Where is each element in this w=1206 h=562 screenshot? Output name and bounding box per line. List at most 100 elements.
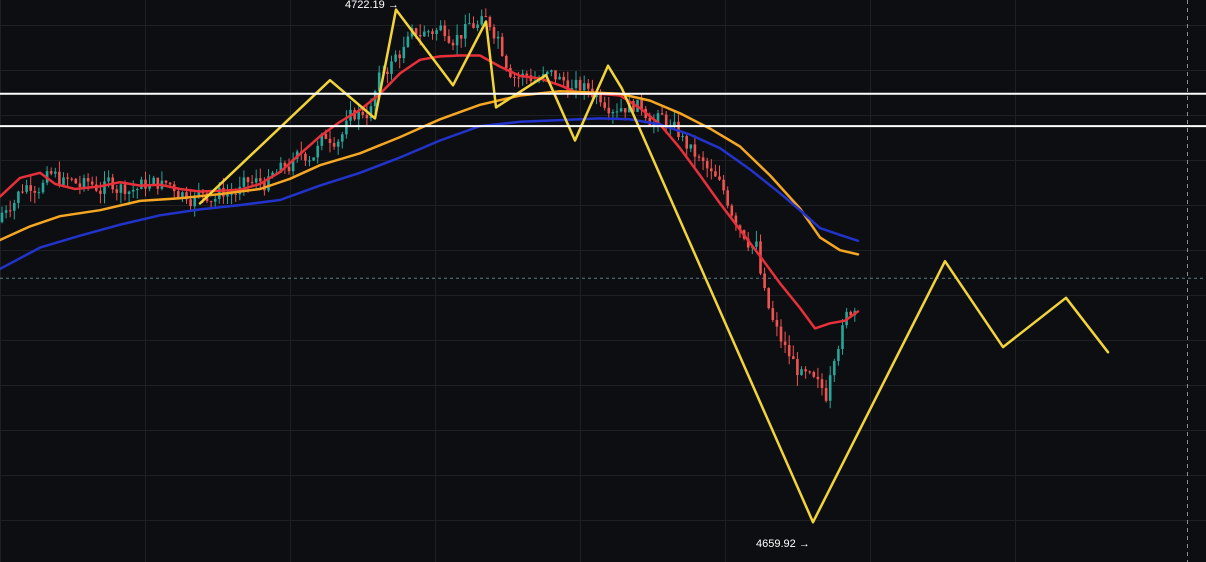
candle-up bbox=[308, 160, 311, 162]
candle-down bbox=[599, 94, 602, 103]
candle-up bbox=[402, 46, 406, 59]
candle-down bbox=[324, 133, 328, 139]
candle-down bbox=[779, 326, 783, 342]
candle-down bbox=[365, 114, 369, 119]
candle-down bbox=[431, 31, 434, 34]
candle-up bbox=[152, 177, 155, 185]
candle-down bbox=[587, 83, 590, 89]
candle-down bbox=[607, 107, 611, 114]
candle-up bbox=[406, 36, 410, 47]
candle-up bbox=[496, 36, 500, 39]
candle-down bbox=[787, 345, 791, 357]
candle-down bbox=[488, 16, 492, 28]
candle-down bbox=[49, 171, 53, 174]
candle-down bbox=[554, 70, 557, 80]
candle-up bbox=[226, 194, 229, 197]
candlestick-chart: 4722.19 → 4659.92 → bbox=[0, 0, 1206, 562]
candle-up bbox=[345, 120, 348, 135]
candle-up bbox=[755, 241, 758, 247]
candle-up bbox=[464, 24, 467, 39]
candle-down bbox=[115, 189, 119, 193]
candle-up bbox=[480, 16, 483, 25]
candle-down bbox=[824, 387, 828, 401]
candle-up bbox=[136, 188, 139, 190]
candle-down bbox=[623, 108, 627, 113]
candle-up bbox=[357, 111, 360, 120]
candle-down bbox=[29, 185, 32, 191]
candle-down bbox=[33, 190, 37, 193]
candle-down bbox=[484, 16, 488, 18]
candle-down bbox=[250, 182, 254, 184]
candle-down bbox=[447, 36, 451, 43]
candle-up bbox=[25, 185, 28, 192]
candle-down bbox=[78, 183, 82, 187]
candle-down bbox=[697, 156, 701, 158]
candle-up bbox=[390, 61, 393, 75]
candle-down bbox=[246, 177, 250, 183]
candle-up bbox=[41, 182, 45, 193]
candle-down bbox=[804, 369, 807, 372]
candle-down bbox=[386, 71, 389, 75]
candle-down bbox=[816, 376, 820, 380]
candle-up bbox=[546, 71, 549, 75]
candle-down bbox=[500, 36, 504, 56]
candle-up bbox=[336, 141, 340, 147]
candle-down bbox=[710, 168, 713, 172]
candle-down bbox=[771, 308, 775, 321]
candle-up bbox=[316, 145, 319, 158]
candle-down bbox=[812, 372, 816, 377]
candle-up bbox=[341, 134, 344, 142]
candle-up bbox=[4, 210, 8, 213]
high-price-label: 4722.19 → bbox=[345, 0, 399, 11]
candle-down bbox=[222, 187, 225, 197]
candle-down bbox=[792, 356, 795, 360]
candle-down bbox=[90, 181, 94, 185]
candle-up bbox=[62, 177, 65, 185]
candle-down bbox=[726, 190, 729, 206]
candle-up bbox=[82, 178, 86, 187]
chart-canvas: 4722.19 → 4659.92 → bbox=[0, 0, 1206, 562]
candle-down bbox=[505, 55, 508, 68]
candle-down bbox=[714, 171, 717, 177]
candle-down bbox=[168, 182, 172, 185]
candle-down bbox=[451, 42, 455, 46]
candle-up bbox=[312, 157, 315, 161]
candle-down bbox=[443, 25, 447, 37]
candle-down bbox=[332, 143, 336, 147]
candle-down bbox=[259, 178, 262, 182]
candle-down bbox=[418, 34, 422, 37]
candle-down bbox=[177, 191, 180, 198]
candle-down bbox=[58, 171, 61, 185]
candle-down bbox=[492, 27, 496, 39]
candle-down bbox=[808, 371, 811, 373]
candle-up bbox=[681, 136, 684, 138]
candle-up bbox=[468, 23, 471, 25]
candle-up bbox=[254, 178, 258, 183]
candle-down bbox=[820, 379, 824, 388]
candle-down bbox=[603, 102, 606, 108]
candle-down bbox=[783, 341, 787, 346]
candle-down bbox=[123, 184, 127, 194]
candle-up bbox=[689, 144, 693, 149]
candle-down bbox=[517, 77, 520, 79]
candle-up bbox=[37, 192, 41, 194]
candle-down bbox=[525, 73, 529, 76]
candle-down bbox=[209, 201, 213, 203]
candle-down bbox=[701, 157, 705, 162]
candle-down bbox=[685, 136, 688, 149]
candle-up bbox=[394, 54, 397, 62]
candle-up bbox=[800, 369, 803, 376]
candle-down bbox=[718, 176, 721, 180]
candle-down bbox=[287, 166, 291, 172]
candle-down bbox=[234, 193, 237, 195]
candle-down bbox=[775, 320, 779, 327]
candle-up bbox=[17, 191, 20, 203]
candle-down bbox=[722, 179, 725, 191]
candle-down bbox=[796, 359, 799, 376]
candle-up bbox=[841, 325, 844, 350]
candle-up bbox=[127, 191, 131, 194]
candle-up bbox=[439, 25, 442, 31]
candle-down bbox=[304, 153, 307, 161]
candle-up bbox=[828, 375, 832, 401]
candle-down bbox=[328, 138, 332, 144]
